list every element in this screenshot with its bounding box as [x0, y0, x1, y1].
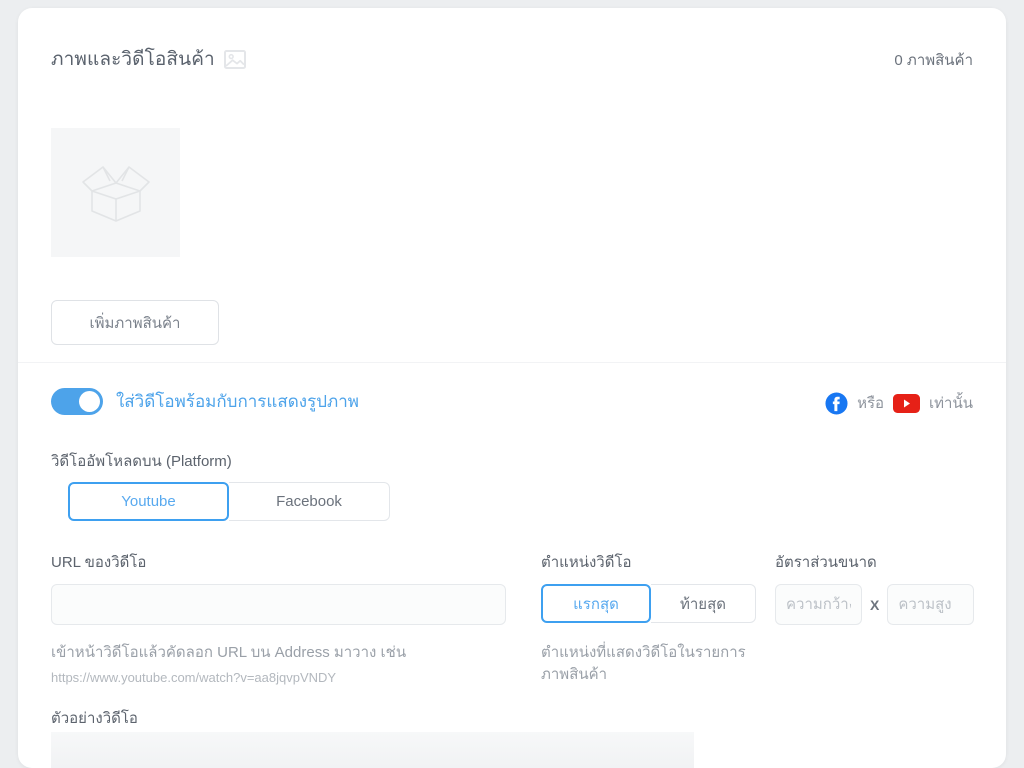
video-url-helper: เข้าหน้าวิดีโอแล้วคัดลอก URL บน Address … [51, 644, 407, 661]
card-header: ภาพและวิดีโอสินค้า 0 ภาพสินค้า [18, 8, 1006, 100]
position-option-first[interactable]: แรกสุด [541, 584, 651, 623]
video-toggle[interactable] [51, 388, 103, 415]
image-count: 0 ภาพสินค้า [894, 52, 973, 69]
video-toggle-label: ใส่วิดีโอพร้อมกับการแสดงรูปภาพ [116, 392, 359, 411]
hint-only-text: เท่านั้น [929, 395, 973, 412]
facebook-icon [825, 391, 848, 415]
video-toggle-row: ใส่วิดีโอพร้อมกับการแสดงรูปภาพ [51, 388, 359, 415]
video-position-segmented-control: แรกสุด ท้ายสุด [541, 584, 756, 623]
video-url-label: URL ของวิดีโอ [51, 554, 147, 571]
aspect-ratio-row: X [775, 584, 975, 625]
aspect-ratio-label: อัตราส่วนขนาด [775, 554, 877, 571]
aspect-ratio-height-input[interactable] [887, 584, 975, 625]
aspect-ratio-width-input[interactable] [775, 584, 862, 625]
position-option-last[interactable]: ท้ายสุด [651, 584, 756, 623]
toggle-knob [79, 391, 100, 412]
video-preview-label: ตัวอย่างวิดีโอ [51, 710, 138, 727]
page-title: ภาพและวิดีโอสินค้า [51, 50, 246, 69]
platform-option-facebook[interactable]: Facebook [229, 482, 390, 521]
aspect-ratio-separator: X [870, 596, 880, 613]
video-position-helper: ตำแหน่งที่แสดงวิดีโอในรายการภาพสินค้า [541, 644, 746, 683]
youtube-icon [893, 393, 921, 413]
video-url-example: https://www.youtube.com/watch?v=aa8jqvpV… [51, 670, 337, 685]
page-title-text: ภาพและวิดีโอสินค้า [51, 49, 215, 70]
video-url-input[interactable] [51, 584, 506, 625]
image-icon [223, 50, 246, 69]
video-position-label: ตำแหน่งวิดีโอ [541, 554, 632, 571]
product-media-card: ภาพและวิดีโอสินค้า 0 ภาพสินค้า เพิ่มภาพส… [18, 8, 1006, 768]
open-box-icon [79, 156, 153, 230]
video-preview-box [51, 732, 694, 768]
platform-segmented-control: Youtube Facebook [68, 482, 390, 521]
platform-hint: หรือ เท่านั้น [825, 391, 973, 415]
add-image-button[interactable]: เพิ่มภาพสินค้า [51, 300, 219, 345]
section-divider [18, 362, 1006, 363]
image-placeholder[interactable] [51, 128, 180, 257]
platform-option-youtube[interactable]: Youtube [68, 482, 229, 521]
platform-label: วิดีโออัพโหลดบน (Platform) [51, 453, 232, 470]
hint-or-text: หรือ [857, 395, 885, 412]
